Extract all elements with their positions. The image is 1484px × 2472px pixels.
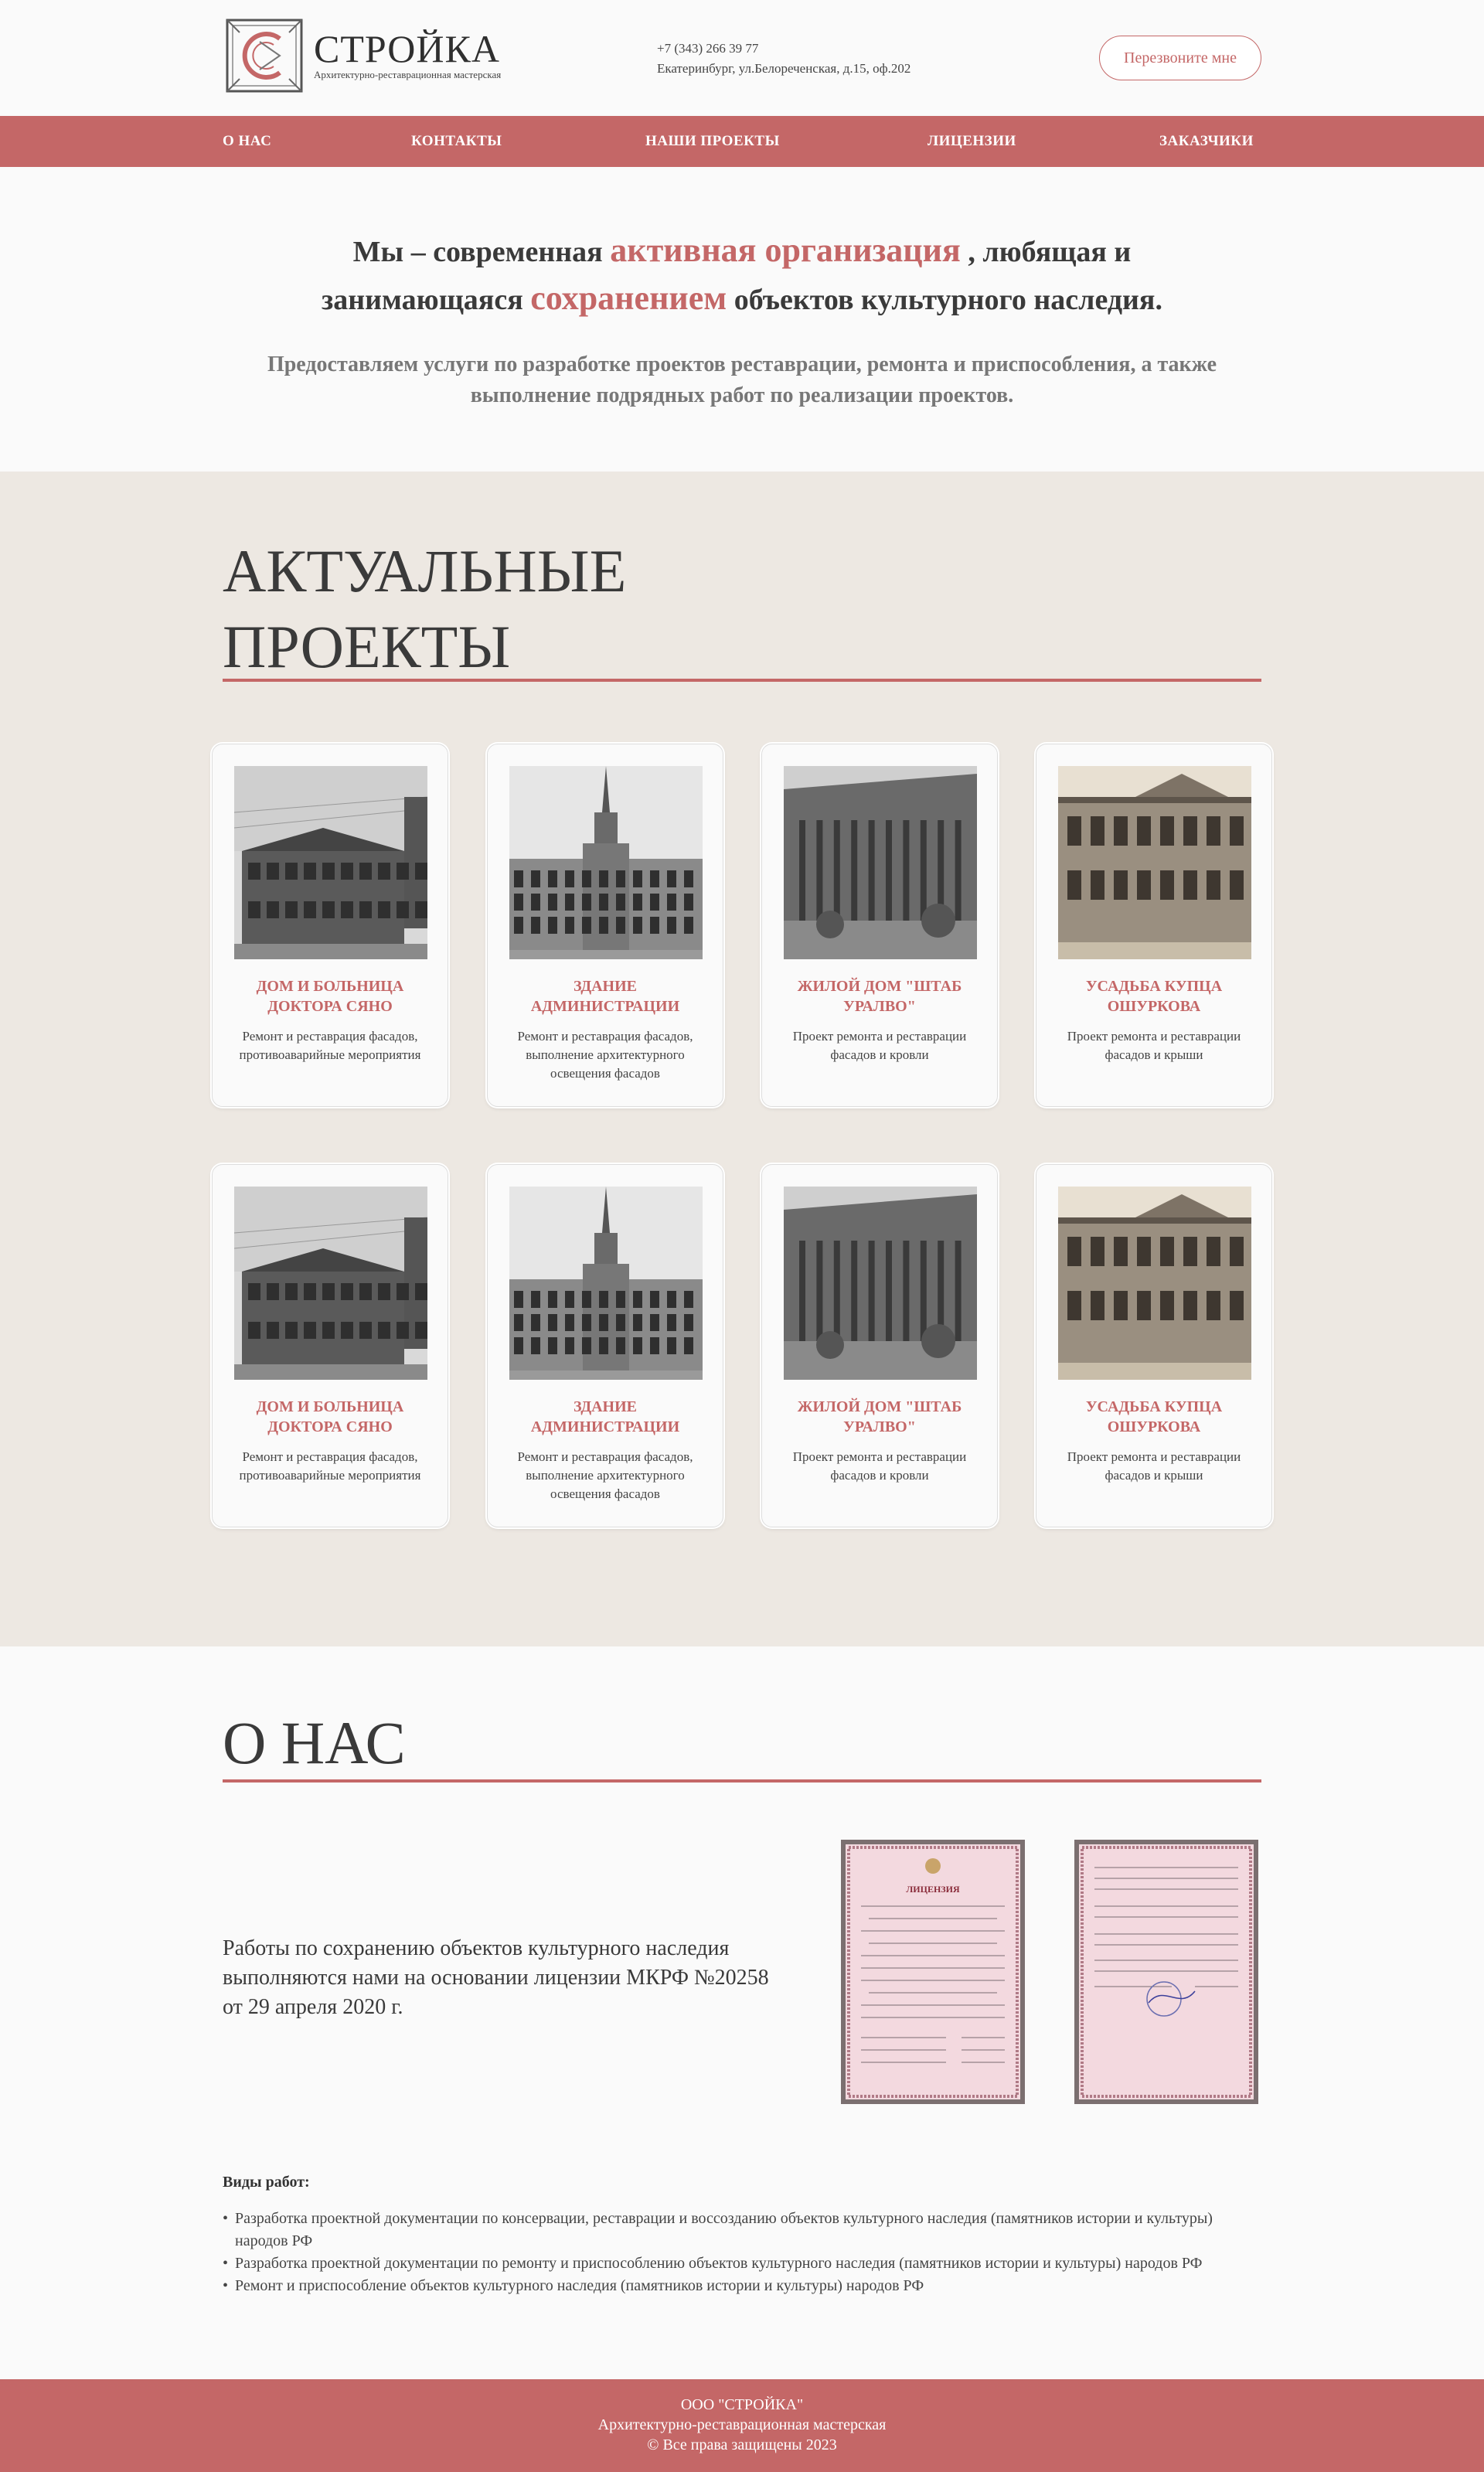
intro-accent-1: активная организация bbox=[610, 231, 961, 269]
project-title[interactable]: УСАДЬБА КУПЦА ОШУРКОВА bbox=[1049, 976, 1259, 1016]
site-header: СТРОЙКА Архитектурно-реставрационная мас… bbox=[0, 0, 1484, 116]
project-description: Ремонт и реставрация фасадов, противоава… bbox=[239, 1449, 421, 1483]
project-title[interactable]: ЖИЛОЙ ДОМ "ШТАБ УРАЛВО" bbox=[774, 1397, 985, 1437]
nav-item-projects[interactable]: НАШИ ПРОЕКТЫ bbox=[645, 116, 780, 167]
address: Екатеринбург, ул.Белореченская, д.15, оф… bbox=[657, 61, 911, 76]
list-item: Разработка проектной документации по рем… bbox=[223, 2252, 1261, 2275]
callback-button[interactable]: Перезвоните мне bbox=[1099, 36, 1261, 80]
main-nav: О НАС КОНТАКТЫ НАШИ ПРОЕКТЫ ЛИЦЕНЗИИ ЗАК… bbox=[0, 116, 1484, 167]
project-title[interactable]: ДОМ И БОЛЬНИЦА ДОКТОРА СЯНО bbox=[225, 1397, 435, 1437]
project-photo[interactable] bbox=[784, 766, 977, 959]
nav-item-about[interactable]: О НАС bbox=[223, 116, 271, 167]
project-card[interactable]: ЗДАНИЕ АДМИНИСТРАЦИИ Ремонт и реставрация… bbox=[487, 744, 723, 1107]
list-item: Ремонт и приспособление объектов культур… bbox=[223, 2275, 1261, 2297]
phone-number[interactable]: +7 (343) 266 39 77 bbox=[657, 39, 910, 59]
logo[interactable]: СТРОЙКА Архитектурно-реставрационная мас… bbox=[226, 19, 501, 93]
project-description: Ремонт и реставрация фасадов, выполнение… bbox=[517, 1029, 693, 1081]
project-title[interactable]: ЖИЛОЙ ДОМ "ШТАБ УРАЛВО" bbox=[774, 976, 985, 1016]
project-card[interactable]: УСАДЬБА КУПЦА ОШУРКОВА Проект ремонта и р… bbox=[1036, 1164, 1272, 1527]
project-title[interactable]: ДОМ И БОЛЬНИЦА ДОКТОРА СЯНО bbox=[225, 976, 435, 1016]
project-card[interactable]: ЖИЛОЙ ДОМ "ШТАБ УРАЛВО" Проект ремонта и … bbox=[761, 744, 998, 1107]
header-contacts: +7 (343) 266 39 77 Екатеринбург, ул.Бело… bbox=[657, 39, 910, 79]
project-photo[interactable] bbox=[509, 766, 703, 959]
project-title[interactable]: УСАДЬБА КУПЦА ОШУРКОВА bbox=[1049, 1397, 1259, 1437]
about-text: Работы по сохранению объектов культурног… bbox=[223, 1936, 769, 2019]
logo-subtitle: Архитектурно-реставрационная мастерская bbox=[314, 69, 502, 80]
intro-section: Мы – современная активная организация , … bbox=[0, 167, 1484, 472]
logo-title: СТРОЙКА bbox=[314, 27, 500, 70]
project-photo[interactable] bbox=[784, 1187, 977, 1380]
project-card[interactable]: ДОМ И БОЛЬНИЦА ДОКТОРА СЯНО Ремонт и рест… bbox=[212, 1164, 448, 1527]
project-description: Проект ремонта и реставрации фасадов и к… bbox=[792, 1029, 967, 1062]
intro-heading: Мы – современная активная организация , … bbox=[321, 231, 1162, 317]
project-photo[interactable] bbox=[1058, 1187, 1251, 1380]
about-title-underline bbox=[223, 1779, 1261, 1782]
about-section: О НАС Работы по сохранению объектов куль… bbox=[0, 1646, 1484, 2379]
project-description: Проект ремонта и реставрации фасадов и к… bbox=[1067, 1029, 1241, 1062]
project-card[interactable]: ЗДАНИЕ АДМИНИСТРАЦИИ Ремонт и реставрация… bbox=[487, 1164, 723, 1527]
site-footer: ООО "СТРОЙКА" Архитектурно-реставрационн… bbox=[0, 2379, 1484, 2472]
footer-subtitle: Архитектурно-реставрационная мастерская bbox=[597, 2416, 887, 2433]
project-description: Ремонт и реставрация фасадов, противоава… bbox=[239, 1029, 421, 1062]
project-title[interactable]: ЗДАНИЕ АДМИНИСТРАЦИИ bbox=[500, 1397, 710, 1437]
license-heading: ЛИЦЕНЗИЯ bbox=[906, 1884, 960, 1895]
project-description: Проект ремонта и реставрации фасадов и к… bbox=[1067, 1449, 1241, 1483]
projects-section: АКТУАЛЬНЫЕ ПРОЕКТЫ ДОМ И БОЛЬНИЦА ДОКТОР… bbox=[0, 472, 1484, 1646]
footer-copyright: © Все права защищены 2023 bbox=[647, 2436, 837, 2453]
project-photo[interactable] bbox=[234, 1187, 427, 1380]
project-description: Проект ремонта и реставрации фасадов и к… bbox=[792, 1449, 967, 1483]
projects-title-underline bbox=[223, 679, 1261, 682]
project-title[interactable]: ЗДАНИЕ АДМИНИСТРАЦИИ bbox=[500, 976, 710, 1016]
intro-subtitle: Предоставляем услуги по разработке проек… bbox=[267, 352, 1217, 407]
works-title: Виды работ: bbox=[223, 2174, 310, 2191]
project-photo[interactable] bbox=[509, 1187, 703, 1380]
intro-accent-2: сохранением bbox=[530, 279, 727, 317]
footer-company: ООО "СТРОЙКА" bbox=[680, 2396, 804, 2413]
project-card[interactable]: ДОМ И БОЛЬНИЦА ДОКТОРА СЯНО Ремонт и рест… bbox=[212, 744, 448, 1107]
nav-item-contacts[interactable]: КОНТАКТЫ bbox=[411, 116, 502, 167]
nav-item-clients[interactable]: ЗАКАЗЧИКИ bbox=[1159, 116, 1254, 167]
logo-mark-icon bbox=[226, 19, 303, 93]
list-item: Разработка проектной документации по кон… bbox=[223, 2208, 1261, 2252]
about-title: О НАС bbox=[223, 1709, 406, 1776]
project-card[interactable]: УСАДЬБА КУПЦА ОШУРКОВА Проект ремонта и р… bbox=[1036, 744, 1272, 1107]
nav-item-licenses[interactable]: ЛИЦЕНЗИИ bbox=[928, 116, 1016, 167]
works-list: Разработка проектной документации по кон… bbox=[223, 2208, 1261, 2297]
project-card[interactable]: ЖИЛОЙ ДОМ "ШТАБ УРАЛВО" Проект ремонта и … bbox=[761, 1164, 998, 1527]
project-description: Ремонт и реставрация фасадов, выполнение… bbox=[517, 1449, 693, 1501]
license-image-front[interactable]: ЛИЦЕНЗИЯ bbox=[841, 1840, 1025, 2104]
projects-title: АКТУАЛЬНЫЕ ПРОЕКТЫ bbox=[223, 537, 627, 680]
license-image-back[interactable] bbox=[1074, 1840, 1258, 2104]
project-photo[interactable] bbox=[234, 766, 427, 959]
project-photo[interactable] bbox=[1058, 766, 1251, 959]
